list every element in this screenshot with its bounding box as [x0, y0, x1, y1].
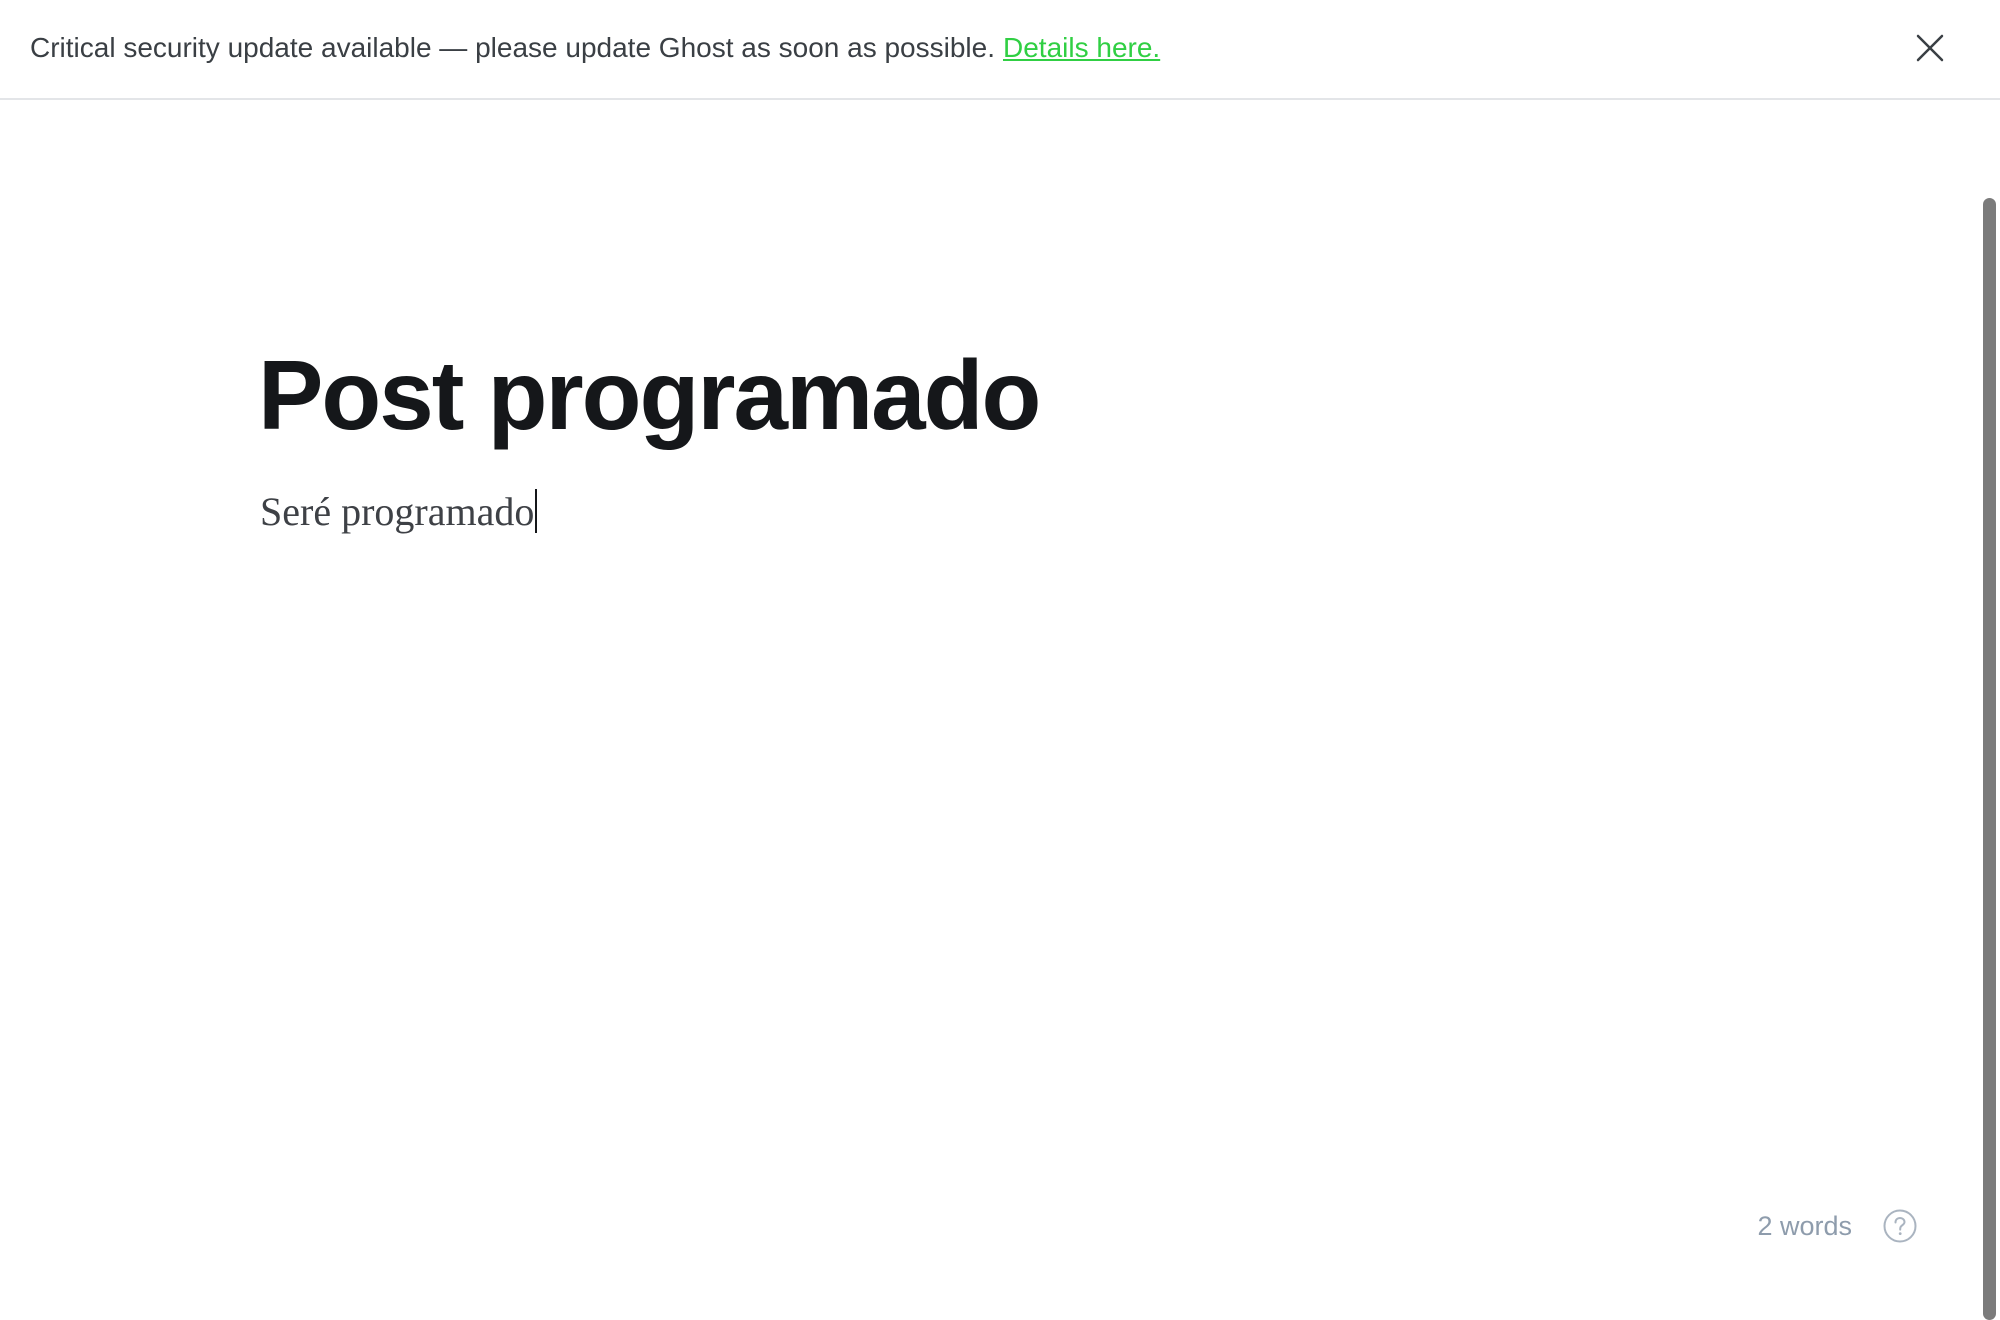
alert-message-container: Critical security update available — ple…: [30, 30, 1160, 66]
alert-details-link[interactable]: Details here.: [1003, 32, 1160, 63]
alert-message: Critical security update available — ple…: [30, 32, 995, 63]
post-title-input[interactable]: Post programado: [258, 335, 1041, 455]
text-caret: [535, 489, 538, 533]
close-icon[interactable]: [1912, 30, 1948, 66]
security-alert-banner: Critical security update available — ple…: [0, 0, 2000, 100]
post-body-editor[interactable]: Seré programado: [260, 484, 538, 540]
scrollbar-thumb[interactable]: [1983, 198, 1996, 1320]
word-count: 2 words: [1757, 1211, 1852, 1241]
post-body-text: Seré programado: [260, 489, 535, 534]
post-editor: Post programado Seré programado: [0, 100, 1980, 1320]
help-icon[interactable]: [1882, 1208, 1918, 1244]
